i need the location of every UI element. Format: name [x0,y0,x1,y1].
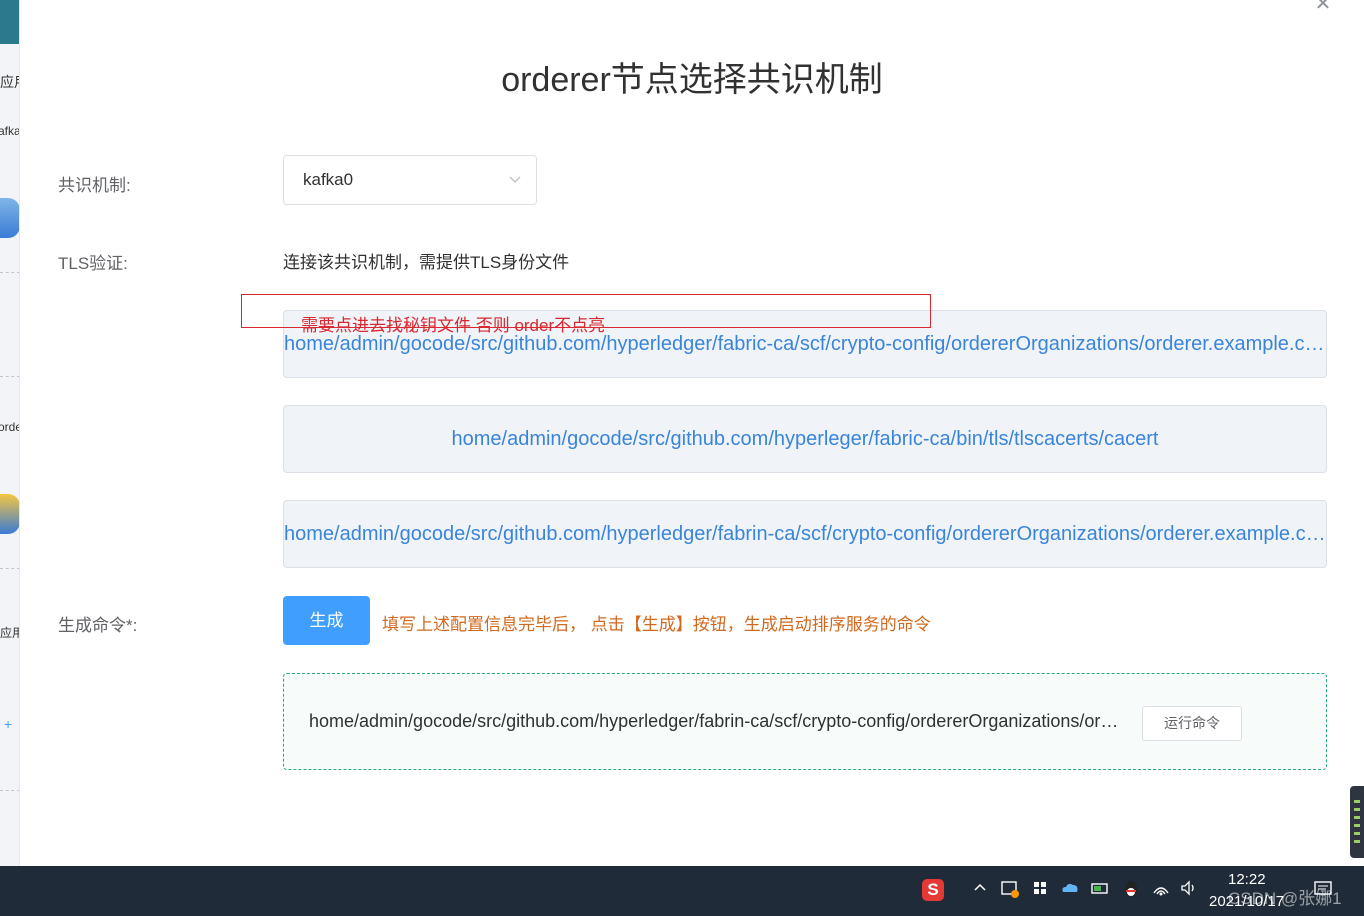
divider [0,376,19,377]
cloud-icon[interactable] [1059,879,1081,901]
battery-icon[interactable] [1090,879,1112,901]
background-app-strip: 应用 afka ordere 应用 + [0,0,20,866]
tray-app-icon[interactable] [999,879,1021,901]
generate-label: 生成命令*: [58,616,138,635]
volume-meter-widget[interactable] [1350,786,1364,858]
windows-store-icon[interactable] [1029,879,1051,901]
command-output-box: home/admin/gocode/src/github.com/hyperle… [283,673,1327,770]
tls-description: 连接该共识机制，需提供TLS身份文件 [283,253,570,272]
background-text: 应用 [0,74,19,90]
consensus-dialog: ✕ orderer节点选择共识机制 共识机制: kafka0 TLS验证: 连接… [20,0,1364,866]
sogou-ime-icon[interactable]: S [922,879,944,901]
tls-label: TLS验证: [58,254,128,273]
background-text: afka [0,124,20,138]
divider [0,790,19,791]
tls-file-upload-2[interactable]: home/admin/gocode/src/github.com/hyperle… [283,405,1327,473]
divider [0,568,19,569]
consensus-select-value: kafka0 [303,170,354,189]
database-icon [0,198,19,238]
run-command-button[interactable]: 运行命令 [1142,706,1242,741]
chevron-down-icon [509,176,521,184]
chevron-up-icon[interactable] [969,879,991,901]
command-text: home/admin/gocode/src/github.com/hyperle… [309,711,1121,731]
close-icon[interactable]: ✕ [1312,0,1334,16]
tls-file-upload-3[interactable]: home/admin/gocode/src/github.com/hyperle… [283,500,1327,568]
background-text: 应用 [0,626,19,640]
consensus-label: 共识机制: [58,176,131,195]
qq-icon[interactable] [1120,879,1142,901]
background-text: ordere [0,420,19,434]
generate-hint: 填写上述配置信息完毕后， 点击【生成】按钮，生成启动排序服务的命令 [382,615,931,634]
layers-icon [0,494,19,534]
add-icon: + [4,716,13,732]
speaker-icon[interactable] [1178,879,1200,901]
dialog-title: orderer节点选择共识机制 [501,61,883,99]
wifi-icon[interactable] [1150,879,1172,901]
background-header [0,0,19,44]
generate-button[interactable]: 生成 [283,596,370,645]
notification-icon[interactable] [1312,879,1334,901]
taskbar: S 12:22 2021/10/17 CSDN @张娜1 [0,866,1364,916]
consensus-select[interactable]: kafka0 [283,155,537,205]
annotation-text: 需要点进去找秘钥文件 否则 order不点亮 [301,316,606,335]
divider [0,272,19,273]
